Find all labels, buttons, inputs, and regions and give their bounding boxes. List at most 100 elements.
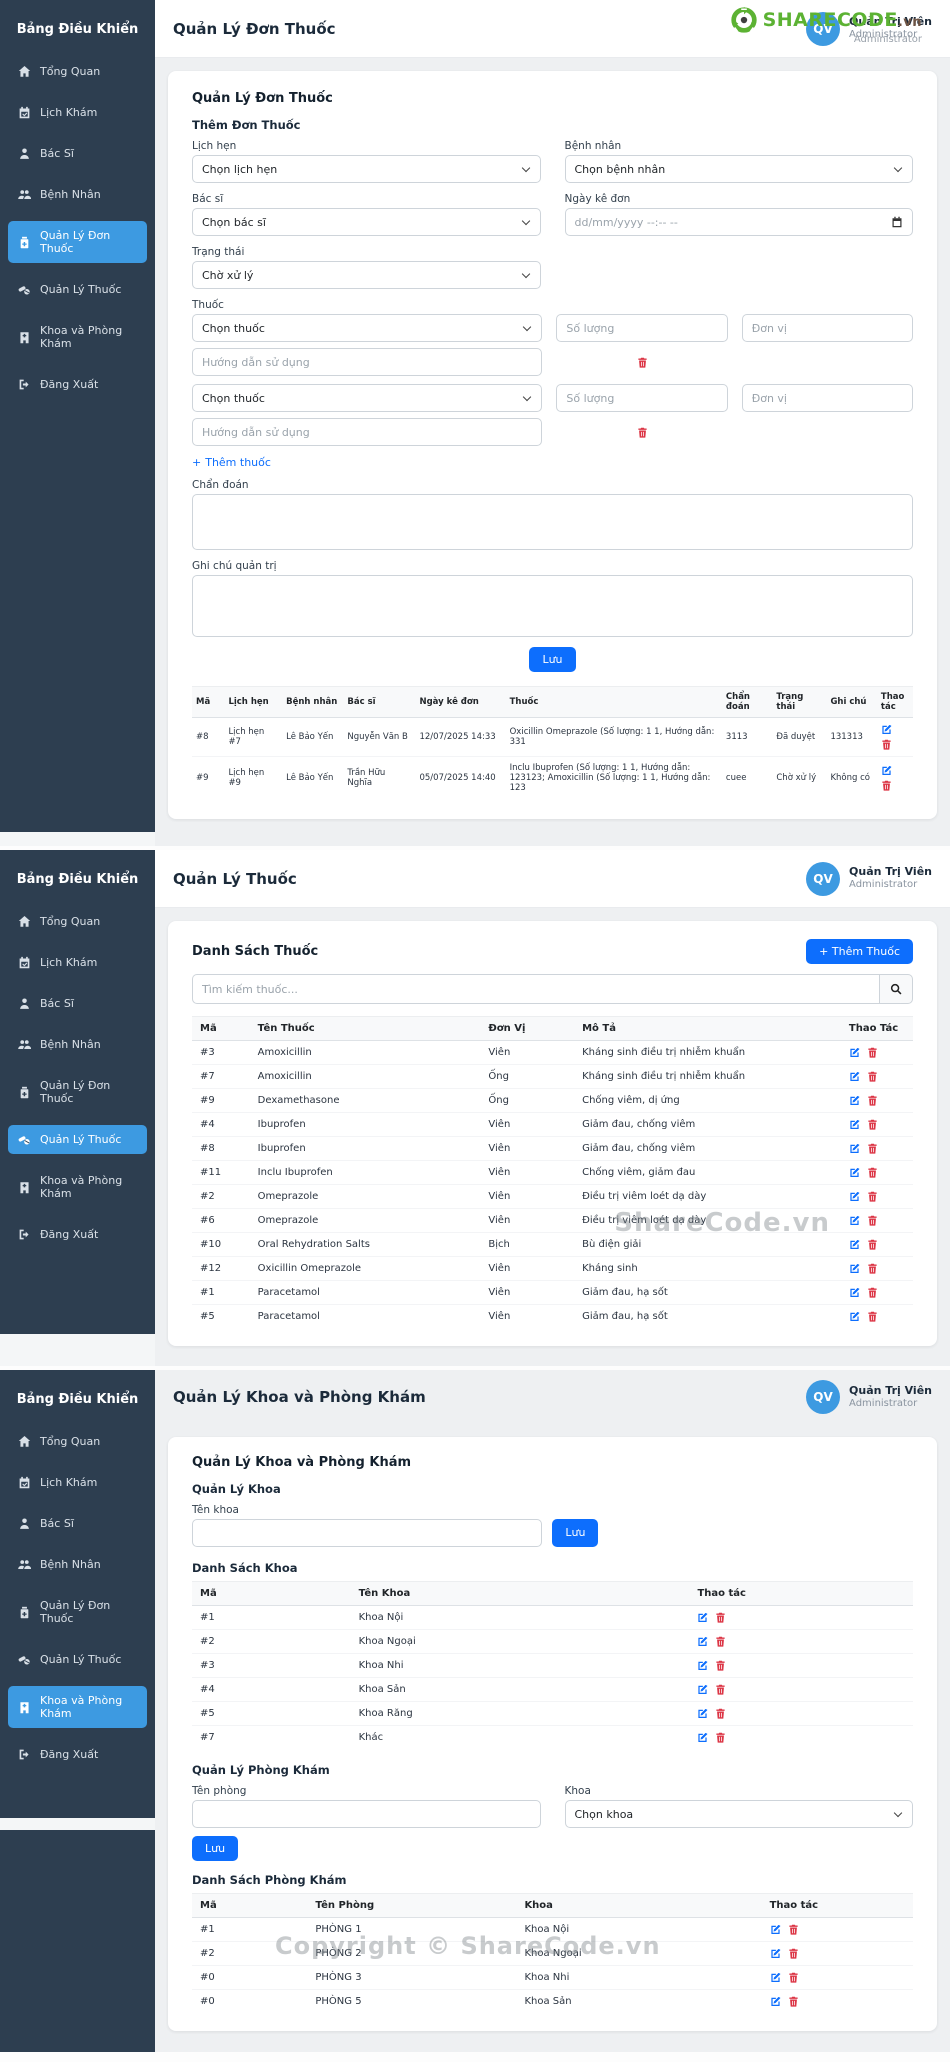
instructions-input[interactable] <box>192 418 543 446</box>
appointment-select[interactable]: Chọn lịch hẹn <box>192 155 541 183</box>
edit-button[interactable] <box>881 724 892 735</box>
edit-button[interactable] <box>770 1996 781 2007</box>
delete-button[interactable] <box>881 780 892 791</box>
edit-button[interactable] <box>697 1684 708 1695</box>
sidebar-item-prescription[interactable]: Quản Lý Đơn Thuốc <box>8 221 147 263</box>
delete-button[interactable] <box>715 1732 726 1743</box>
search-button[interactable] <box>879 974 913 1005</box>
sidebar-item-logout[interactable]: Đăng Xuất <box>8 1220 147 1249</box>
delete-button[interactable] <box>867 1191 878 1202</box>
edit-button[interactable] <box>849 1239 860 1250</box>
edit-button[interactable] <box>849 1095 860 1106</box>
edit-button[interactable] <box>770 1948 781 1959</box>
save-button[interactable]: Lưu <box>529 647 576 673</box>
sidebar-item-logout[interactable]: Đăng Xuất <box>8 370 147 399</box>
edit-button[interactable] <box>849 1167 860 1178</box>
edit-button[interactable] <box>849 1191 860 1202</box>
sidebar-item-hospital[interactable]: Khoa và Phòng Khám <box>8 1166 147 1208</box>
doctor-select[interactable]: Chọn bác sĩ <box>192 208 541 236</box>
edit-button[interactable] <box>697 1612 708 1623</box>
edit-button[interactable] <box>697 1732 708 1743</box>
patient-select[interactable]: Chọn bệnh nhân <box>564 155 913 183</box>
sidebar-item-calendar-check[interactable]: Lịch Khám <box>8 98 147 127</box>
delete-button[interactable] <box>715 1636 726 1647</box>
sidebar-item-patients[interactable]: Bệnh Nhân <box>8 1550 147 1579</box>
add-medicine-button[interactable]: + Thêm Thuốc <box>806 939 913 965</box>
delete-button[interactable] <box>867 1239 878 1250</box>
room-name-input[interactable] <box>192 1800 541 1828</box>
chevron-down-icon <box>893 163 903 172</box>
delete-button[interactable] <box>788 1972 799 1983</box>
sidebar-item-doctor[interactable]: Bác Sĩ <box>8 1509 147 1538</box>
quantity-input[interactable] <box>556 314 728 342</box>
save-room-button[interactable]: Lưu <box>192 1836 239 1862</box>
edit-button[interactable] <box>849 1311 860 1322</box>
delete-button[interactable] <box>715 1612 726 1623</box>
edit-button[interactable] <box>849 1119 860 1130</box>
delete-button[interactable] <box>867 1215 878 1226</box>
edit-button[interactable] <box>697 1660 708 1671</box>
sidebar-item-hospital[interactable]: Khoa và Phòng Khám <box>8 1686 147 1728</box>
diagnosis-textarea[interactable] <box>192 494 913 550</box>
edit-button[interactable] <box>849 1071 860 1082</box>
delete-button[interactable] <box>788 1924 799 1935</box>
edit-button[interactable] <box>849 1143 860 1154</box>
sidebar-item-doctor[interactable]: Bác Sĩ <box>8 989 147 1018</box>
save-department-button[interactable]: Lưu <box>552 1519 599 1547</box>
status-select[interactable]: Chờ xử lý <box>192 261 541 289</box>
edit-button[interactable] <box>770 1924 781 1935</box>
unit-input[interactable] <box>741 314 913 342</box>
sidebar-item-prescription[interactable]: Quản Lý Đơn Thuốc <box>8 1071 147 1113</box>
sidebar-item-calendar-check[interactable]: Lịch Khám <box>8 948 147 977</box>
remove-medicine-button[interactable] <box>637 427 648 438</box>
sidebar-item-home[interactable]: Tổng Quan <box>8 1427 147 1456</box>
delete-button[interactable] <box>867 1071 878 1082</box>
delete-button[interactable] <box>867 1119 878 1130</box>
delete-button[interactable] <box>867 1095 878 1106</box>
delete-button[interactable] <box>867 1143 878 1154</box>
delete-button[interactable] <box>881 739 892 750</box>
sidebar-item-logout[interactable]: Đăng Xuất <box>8 1740 147 1769</box>
edit-button[interactable] <box>697 1708 708 1719</box>
delete-button[interactable] <box>867 1263 878 1274</box>
edit-button[interactable] <box>697 1636 708 1647</box>
add-medicine-link[interactable]: + Thêm thuốc <box>192 456 271 469</box>
sidebar-item-pills[interactable]: Quản Lý Thuốc <box>8 1645 147 1674</box>
delete-button[interactable] <box>788 1996 799 2007</box>
sidebar-item-pills[interactable]: Quản Lý Thuốc <box>8 1125 147 1154</box>
sidebar-item-pills[interactable]: Quản Lý Thuốc <box>8 275 147 304</box>
edit-button[interactable] <box>881 765 892 776</box>
delete-button[interactable] <box>715 1684 726 1695</box>
sidebar-item-patients[interactable]: Bệnh Nhân <box>8 180 147 209</box>
prescription-date-input[interactable]: dd/mm/yyyy --:-- -- <box>564 208 913 236</box>
sidebar-item-calendar-check[interactable]: Lịch Khám <box>8 1468 147 1497</box>
edit-button[interactable] <box>849 1047 860 1058</box>
remove-medicine-button[interactable] <box>637 357 648 368</box>
delete-button[interactable] <box>867 1287 878 1298</box>
edit-button[interactable] <box>849 1263 860 1274</box>
sidebar-item-patients[interactable]: Bệnh Nhân <box>8 1030 147 1059</box>
unit-input[interactable] <box>741 384 913 412</box>
search-input[interactable] <box>192 974 879 1005</box>
department-name-input[interactable] <box>192 1519 543 1547</box>
delete-button[interactable] <box>867 1167 878 1178</box>
delete-button[interactable] <box>788 1948 799 1959</box>
sidebar-item-doctor[interactable]: Bác Sĩ <box>8 139 147 168</box>
edit-button[interactable] <box>849 1287 860 1298</box>
sidebar-item-hospital[interactable]: Khoa và Phòng Khám <box>8 316 147 358</box>
delete-button[interactable] <box>715 1660 726 1671</box>
delete-button[interactable] <box>867 1047 878 1058</box>
instructions-input[interactable] <box>192 348 543 376</box>
delete-button[interactable] <box>867 1311 878 1322</box>
edit-button[interactable] <box>849 1215 860 1226</box>
admin-note-textarea[interactable] <box>192 575 913 637</box>
sidebar-item-prescription[interactable]: Quản Lý Đơn Thuốc <box>8 1591 147 1633</box>
quantity-input[interactable] <box>556 384 728 412</box>
delete-button[interactable] <box>715 1708 726 1719</box>
medicine-select[interactable]: Chọn thuốc <box>192 314 543 342</box>
sidebar-item-home[interactable]: Tổng Quan <box>8 907 147 936</box>
edit-button[interactable] <box>770 1972 781 1983</box>
medicine-select[interactable]: Chọn thuốc <box>192 384 543 412</box>
department-select[interactable]: Chọn khoa <box>564 1800 913 1828</box>
sidebar-item-home[interactable]: Tổng Quan <box>8 57 147 86</box>
